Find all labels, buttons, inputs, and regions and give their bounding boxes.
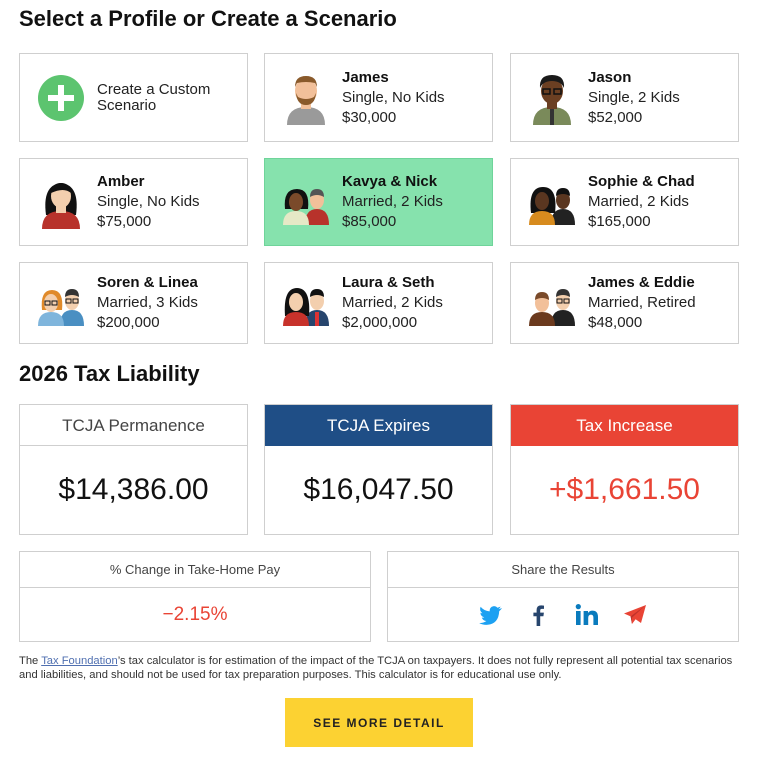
profile-card-james-eddie[interactable]: James & Eddie Married, Retired $48,000 [510,262,739,344]
profile-status: Married, 2 Kids [342,193,443,210]
twitter-icon[interactable] [478,602,504,628]
tax-increase-value: +$1,661.50 [549,473,700,506]
tcja-permanence-label: TCJA Permanence [20,405,247,446]
liability-title: 2026 Tax Liability [19,361,200,386]
take-home-label: % Change in Take-Home Pay [20,552,370,588]
share-box: Share the Results [387,551,739,642]
share-label: Share the Results [388,552,738,588]
couple-avatar-icon [279,276,333,330]
send-icon[interactable] [622,602,648,628]
take-home-value: −2.15% [162,603,228,625]
profile-income: $52,000 [588,108,643,126]
profile-income: $200,000 [97,314,160,331]
profile-name: Laura & Seth [342,274,435,291]
profile-card-soren-linea[interactable]: Soren & Linea Married, 3 Kids $200,000 [19,262,248,344]
disclaimer: The Tax Foundation’s tax calculator is f… [19,654,744,682]
profile-income: $30,000 [342,108,397,126]
person-avatar-icon [525,71,579,125]
disclaimer-text-end: ’s tax calculator is for estimation of t… [19,655,733,681]
profile-name: Sophie & Chad [588,173,695,190]
facebook-icon[interactable] [526,602,552,628]
profile-name: Soren & Linea [97,274,198,291]
profile-name: Amber [97,173,145,190]
profile-card-sophie-chad[interactable]: Sophie & Chad Married, 2 Kids $165,000 [510,158,739,246]
couple-avatar-icon [279,175,333,229]
profile-status: Married, Retired [588,294,696,311]
profile-card-laura-seth[interactable]: Laura & Seth Married, 2 Kids $2,000,000 [264,262,493,344]
couple-avatar-icon [525,175,579,229]
couple-avatar-icon [525,276,579,330]
profile-income: $165,000 [588,213,651,230]
profile-name: James & Eddie [588,274,695,291]
profile-card-amber[interactable]: Amber Single, No Kids $75,000 [19,158,248,246]
create-scenario-card[interactable]: Create a Custom Scenario [19,53,248,142]
tcja-permanence-box: TCJA Permanence $14,386.00 [19,404,248,535]
profile-name: Jason [588,68,632,86]
profile-card-james[interactable]: James Single, No Kids $30,000 [264,53,493,142]
profile-status: Married, 3 Kids [97,294,198,311]
tax-increase-label: Tax Increase [511,405,738,446]
profile-status: Single, No Kids [342,88,445,106]
tcja-permanence-value: $14,386.00 [58,473,209,506]
profile-name: James [342,68,389,86]
tax-increase-box: Tax Increase +$1,661.50 [510,404,739,535]
person-avatar-icon [279,71,333,125]
tcja-expires-value: $16,047.50 [303,473,454,506]
disclaimer-text-start: The [19,655,42,667]
profile-name: Kavya & Nick [342,173,438,190]
profile-income: $75,000 [97,213,152,230]
create-scenario-label: Create a Custom Scenario [97,80,211,114]
couple-avatar-icon [34,276,88,330]
see-more-detail-button[interactable]: SEE MORE DETAIL [285,698,473,747]
take-home-box: % Change in Take-Home Pay −2.15% [19,551,371,642]
profile-card-kavya-nick[interactable]: Kavya & Nick Married, 2 Kids $85,000 [264,158,493,246]
page-title: Select a Profile or Create a Scenario [19,6,397,31]
plus-circle-icon [34,71,88,125]
tcja-expires-label: TCJA Expires [265,405,492,446]
profile-status: Single, No Kids [97,193,200,210]
profile-status: Married, 2 Kids [588,193,689,210]
linkedin-icon[interactable] [574,602,600,628]
profile-income: $2,000,000 [342,314,418,331]
profile-income: $48,000 [588,314,643,331]
profile-card-jason[interactable]: Jason Single, 2 Kids $52,000 [510,53,739,142]
tcja-expires-box: TCJA Expires $16,047.50 [264,404,493,535]
profile-status: Married, 2 Kids [342,294,443,311]
tax-foundation-link[interactable]: Tax Foundation [41,655,118,667]
person-avatar-icon [34,175,88,229]
profile-status: Single, 2 Kids [588,88,680,106]
profile-income: $85,000 [342,213,397,230]
